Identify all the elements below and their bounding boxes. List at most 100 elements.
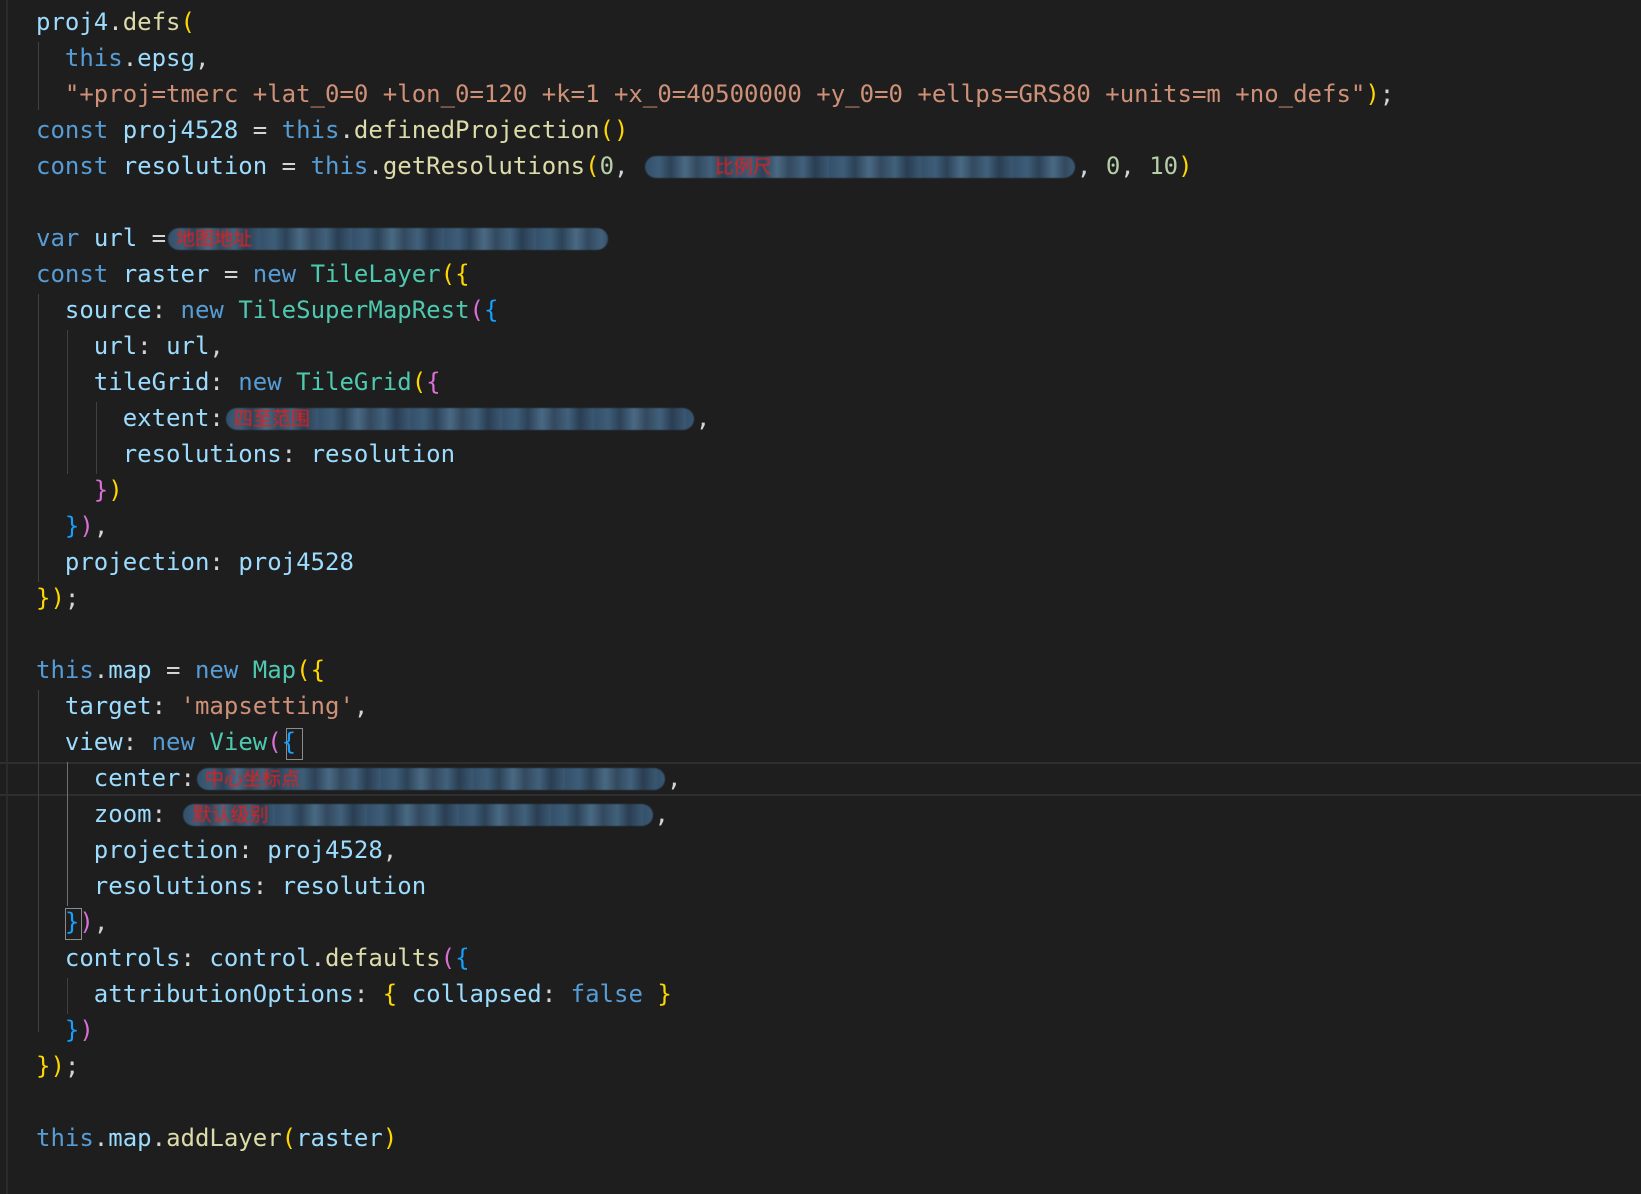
code-token: url: [93, 224, 138, 252]
code-token: defs: [122, 8, 181, 36]
code-token: (: [469, 296, 484, 324]
code-token: const: [36, 260, 109, 288]
redacted-region: 默认级别: [182, 804, 653, 826]
code-token: addLayer: [166, 1124, 282, 1152]
code-token: resolution: [122, 152, 268, 180]
code-line: }): [36, 1012, 94, 1048]
code-editor[interactable]: proj4.defs( this.epsg, "+proj=tmerc +lat…: [0, 0, 1641, 1194]
code-token: 10: [1149, 152, 1179, 180]
code-token: 0: [1105, 152, 1121, 180]
code-token: new: [151, 728, 195, 756]
code-line: controls: control.defaults({: [64, 944, 470, 972]
code-token: new: [238, 368, 282, 396]
code-token: const: [36, 116, 109, 144]
code-token: extent: [122, 404, 210, 432]
code-token: {: [382, 980, 398, 1008]
code-token: definedProjection: [353, 116, 600, 144]
redacted-region: 中心坐标点: [196, 768, 665, 790]
code-token: ): [382, 1124, 398, 1152]
code-token: }: [64, 512, 80, 540]
code-token: defaults: [325, 944, 441, 972]
code-token: raster: [296, 1124, 383, 1152]
code-token: (: [281, 1124, 297, 1152]
code-token: projection: [93, 836, 239, 864]
code-token: new: [194, 656, 239, 684]
code-line: resolutions: resolution: [122, 440, 456, 468]
code-token: ): [108, 476, 123, 504]
code-line: projection: proj4528,: [93, 836, 398, 864]
code-token: attributionOptions: [93, 980, 354, 1008]
code-token: (: [585, 152, 600, 180]
redacted-region: 比例尺: [644, 156, 1075, 178]
editor-left-edge: [6, 0, 8, 1194]
code-token: this: [36, 656, 94, 684]
string-literal: "+proj=tmerc +lat_0=0 +lon_0=120 +k=1 +x…: [64, 80, 1366, 108]
code-line: this.epsg,: [64, 44, 210, 72]
code-token: map: [108, 656, 152, 684]
code-token: proj4: [36, 8, 109, 36]
code-line: url: url,: [93, 332, 224, 360]
annotation-label: 比例尺: [714, 156, 772, 178]
code-token: epsg: [137, 44, 195, 72]
code-token: this: [36, 1124, 94, 1152]
code-token: (: [440, 944, 456, 972]
code-token: ({: [296, 656, 326, 684]
code-token: tileGrid: [93, 368, 210, 396]
redacted-region: 地图地址: [168, 228, 609, 250]
code-token: url: [166, 332, 210, 360]
code-token: view: [64, 728, 123, 756]
code-line: resolutions: resolution: [93, 872, 427, 900]
annotation-label: 地图地址: [176, 228, 253, 250]
code-line: source: new TileSuperMapRest({: [64, 296, 499, 324]
code-line: const resolution = this.getResolutions(0…: [36, 152, 1193, 180]
code-line: extent: 四至范围,: [122, 404, 711, 432]
code-token: }): [36, 584, 65, 612]
code-token: new: [180, 296, 224, 324]
code-line: target: 'mapsetting',: [64, 692, 369, 720]
code-line: tileGrid: new TileGrid({: [93, 368, 441, 396]
code-token: proj4528: [122, 116, 239, 144]
annotation-label: 默认级别: [192, 804, 269, 826]
code-line: this.map.addLayer(raster): [36, 1124, 398, 1152]
code-token: (: [411, 368, 427, 396]
annotation-label: 四至范围: [233, 408, 310, 430]
code-line: }),: [64, 512, 109, 540]
code-token: TileSuperMapRest: [238, 296, 470, 324]
code-token: const: [36, 152, 109, 180]
code-token: zoom: [93, 800, 152, 828]
code-token: ): [1365, 80, 1380, 108]
code-token: center: [93, 764, 181, 792]
code-line: const raster = new TileLayer({: [36, 260, 470, 288]
code-token: }: [93, 476, 109, 504]
code-token: TileGrid: [296, 368, 412, 396]
code-token: }): [36, 1052, 65, 1080]
code-token: }: [64, 908, 80, 936]
code-token: ): [79, 908, 94, 936]
code-token: controls: [64, 944, 181, 972]
code-line: zoom: 默认级别,: [93, 800, 669, 828]
code-line: var url = 地图地址: [36, 220, 610, 256]
code-token: this: [64, 44, 123, 72]
code-token: url: [93, 332, 138, 360]
code-line: });: [36, 1052, 80, 1080]
code-token: TileLayer: [310, 260, 441, 288]
code-token: (: [267, 728, 282, 756]
code-token: control: [209, 944, 311, 972]
code-token: Map: [252, 656, 297, 684]
code-token: proj4528: [238, 548, 354, 576]
code-line: this.map = new Map({: [36, 656, 326, 684]
code-line: "+proj=tmerc +lat_0=0 +lon_0=120 +k=1 +x…: [64, 80, 1395, 108]
code-token: View: [209, 728, 268, 756]
code-token: this: [281, 116, 340, 144]
redacted-region: 四至范围: [225, 408, 694, 430]
code-token: collapsed: [411, 980, 542, 1008]
code-token: this: [310, 152, 369, 180]
code-token: (): [599, 116, 629, 144]
string-literal: 'mapsetting': [180, 692, 354, 720]
code-line: }),: [64, 908, 109, 936]
code-line: proj4.defs(: [36, 8, 195, 36]
code-token: ({: [440, 260, 470, 288]
code-token: resolution: [281, 872, 427, 900]
code-token: {: [455, 944, 470, 972]
code-token: ): [1178, 152, 1193, 180]
